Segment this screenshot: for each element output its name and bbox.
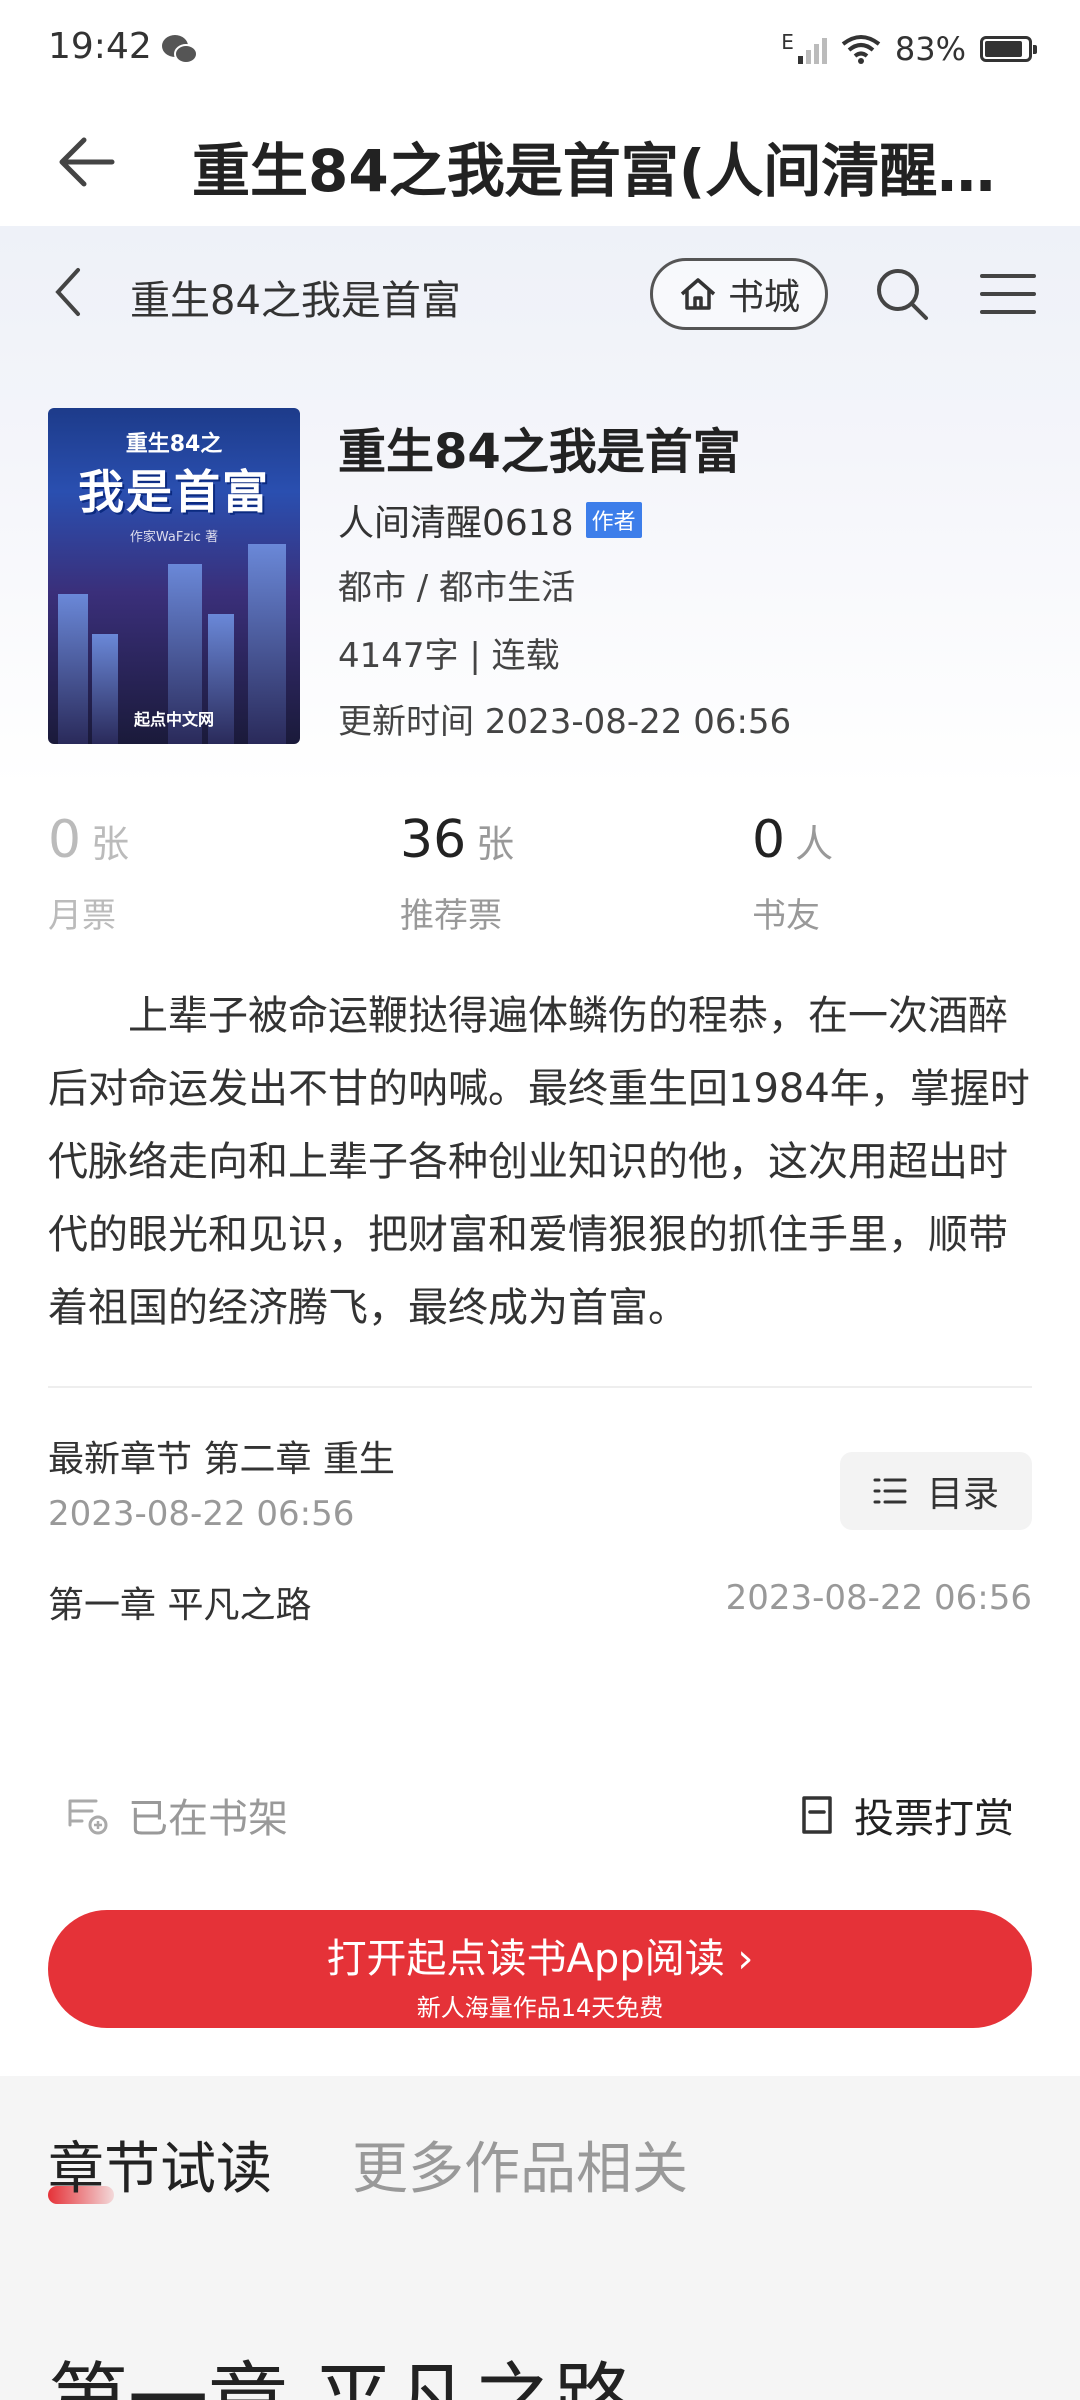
- vote-label: 投票打赏: [854, 1796, 1014, 1842]
- status-bar: 19:42 E 83%: [0, 0, 1080, 100]
- book-word-count: 4147字 | 连载: [338, 636, 560, 676]
- bookcity-button[interactable]: 书城: [650, 258, 828, 330]
- stat-label: 月票: [48, 896, 116, 936]
- cover-author: 作家WaFzic 著: [129, 530, 219, 545]
- latest-chapter-link[interactable]: 最新章节 第二章 重生: [48, 1430, 395, 1482]
- nav-title: 重生84之我是首富: [130, 278, 461, 324]
- stat-monthly-votes[interactable]: 0张 月票: [48, 810, 129, 937]
- open-app-button[interactable]: 打开起点读书App阅读 › 新人海量作品14天免费: [48, 1910, 1032, 2028]
- toc-label: 目录: [926, 1474, 999, 1515]
- first-chapter-time: 2023-08-22 06:56: [725, 1578, 1032, 1618]
- stat-book-friends[interactable]: 0人 书友: [752, 810, 833, 937]
- stat-recommend-votes[interactable]: 36 张 推荐票: [400, 810, 514, 937]
- vote-reward-button[interactable]: 投票打赏: [798, 1786, 1014, 1844]
- latest-chapter-time: 2023-08-22 06:56: [48, 1494, 355, 1534]
- back-arrow-icon[interactable]: [54, 130, 118, 194]
- author-name[interactable]: 人间清醒0618: [338, 494, 574, 546]
- battery-percent: 83%: [894, 30, 966, 68]
- home-icon: [680, 278, 716, 310]
- search-icon[interactable]: [872, 264, 932, 324]
- cover-subtitle: 重生84之: [125, 432, 223, 457]
- stat-unit: 人: [795, 822, 834, 866]
- book-description: 上辈子被命运鞭挞得遍体鳞伤的程恭，在一次酒醉后对命运发出不甘的呐喊。最终重生回1…: [48, 993, 1030, 1331]
- list-icon: [873, 1478, 907, 1504]
- divider: [48, 1386, 1032, 1388]
- bookshelf-icon: [68, 1799, 108, 1835]
- author-badge: 作者: [585, 502, 642, 538]
- chapter-heading: 第一章 平凡之路: [48, 2336, 633, 2400]
- stat-value: 0: [752, 810, 786, 870]
- book-title: 重生84之我是首富: [338, 424, 741, 480]
- menu-icon[interactable]: [978, 270, 1038, 318]
- chevron-left-icon[interactable]: [48, 262, 88, 322]
- shelf-label: 已在书架: [128, 1796, 288, 1842]
- book-cover[interactable]: 重生84之 我是首富 作家WaFzic 著 起点中文网: [48, 408, 300, 744]
- open-app-label: 打开起点读书App阅读 ›: [326, 1936, 754, 1982]
- stat-label: 书友: [752, 896, 820, 936]
- first-chapter-link[interactable]: 第一章 平凡之路: [48, 1576, 311, 1628]
- tab-more-works[interactable]: 更多作品相关: [352, 2124, 688, 2205]
- network-type: E: [781, 30, 794, 54]
- stat-label: 推荐票: [400, 896, 502, 936]
- wifi-icon: [841, 35, 881, 64]
- stat-value: 36: [400, 810, 467, 870]
- bookcity-label: 书城: [727, 277, 800, 318]
- battery-icon: [980, 36, 1037, 62]
- page-title: 重生84之我是首富(人间清醒0...: [192, 137, 1032, 205]
- status-indicators: E 83%: [781, 30, 1037, 68]
- wechat-icon: [162, 35, 198, 64]
- book-category: 都市 / 都市生活: [338, 568, 576, 608]
- cover-publisher: 起点中文网: [133, 710, 214, 729]
- browser-title-bar: 重生84之我是首富(人间清醒0...: [0, 100, 1080, 226]
- book-update-time: 更新时间 2023-08-22 06:56: [338, 702, 792, 742]
- tab-chapter-preview[interactable]: 章节试读: [48, 2124, 272, 2205]
- shelf-button[interactable]: 已在书架: [66, 1786, 288, 1844]
- battery-fill: [985, 41, 1022, 57]
- cover-title: 我是首富: [78, 465, 270, 519]
- stat-unit: 张: [476, 822, 515, 866]
- open-app-sublabel: 新人海量作品14天免费: [416, 1994, 664, 2022]
- book-author-row[interactable]: 人间清醒0618 作者: [338, 494, 642, 546]
- status-time: 19:42: [48, 26, 152, 67]
- stat-value: 0: [48, 810, 82, 870]
- signal-icon: [797, 34, 827, 64]
- stat-unit: 张: [91, 822, 130, 866]
- ticket-icon: [802, 1796, 832, 1834]
- toc-button[interactable]: 目录: [840, 1452, 1032, 1530]
